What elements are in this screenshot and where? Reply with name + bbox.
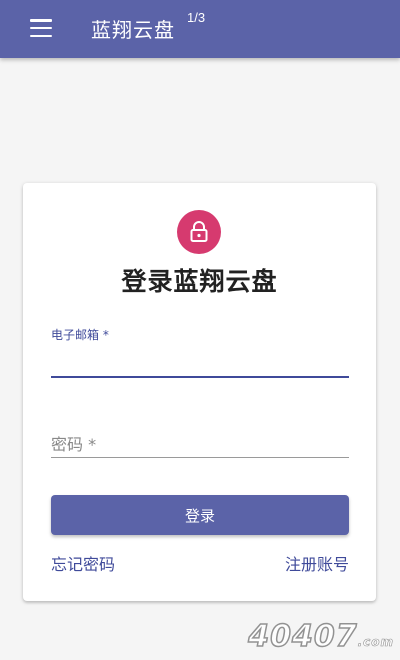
- login-button[interactable]: 登录: [51, 495, 349, 535]
- login-card: 登录蓝翔云盘 电子邮箱 * 密码 * 登录 忘记密码 注册账号: [23, 183, 376, 601]
- email-label: 电子邮箱 *: [51, 328, 109, 342]
- lock-icon: [177, 210, 221, 254]
- login-screen: 蓝翔云盘 1/3 登录蓝翔云盘 电子邮箱 * 密码 * 登录 忘记密码 注册账号…: [0, 0, 400, 660]
- menu-icon[interactable]: [30, 19, 52, 37]
- lock-icon-glyph: [190, 221, 208, 242]
- page-indicator: 1/3: [187, 10, 206, 25]
- register-link[interactable]: 注册账号: [285, 551, 349, 575]
- email-underline: [51, 376, 349, 378]
- email-input[interactable]: [51, 343, 349, 373]
- watermark-text: 40407: [247, 618, 358, 655]
- watermark-suffix: .com: [357, 635, 394, 650]
- app-title: 蓝翔云盘: [91, 18, 175, 42]
- menu-icon-line: [30, 19, 52, 22]
- login-title: 登录蓝翔云盘: [121, 267, 278, 296]
- watermark-logo: 40407.com: [247, 618, 394, 655]
- password-underline: [51, 457, 349, 458]
- forgot-password-link[interactable]: 忘记密码: [51, 551, 115, 575]
- password-field: 密码 *: [51, 427, 349, 459]
- menu-icon-line: [30, 26, 52, 30]
- menu-icon-line: [30, 34, 52, 37]
- app-bar: 蓝翔云盘 1/3: [0, 0, 400, 58]
- password-input[interactable]: [51, 427, 349, 457]
- email-field: 电子邮箱 *: [51, 323, 349, 379]
